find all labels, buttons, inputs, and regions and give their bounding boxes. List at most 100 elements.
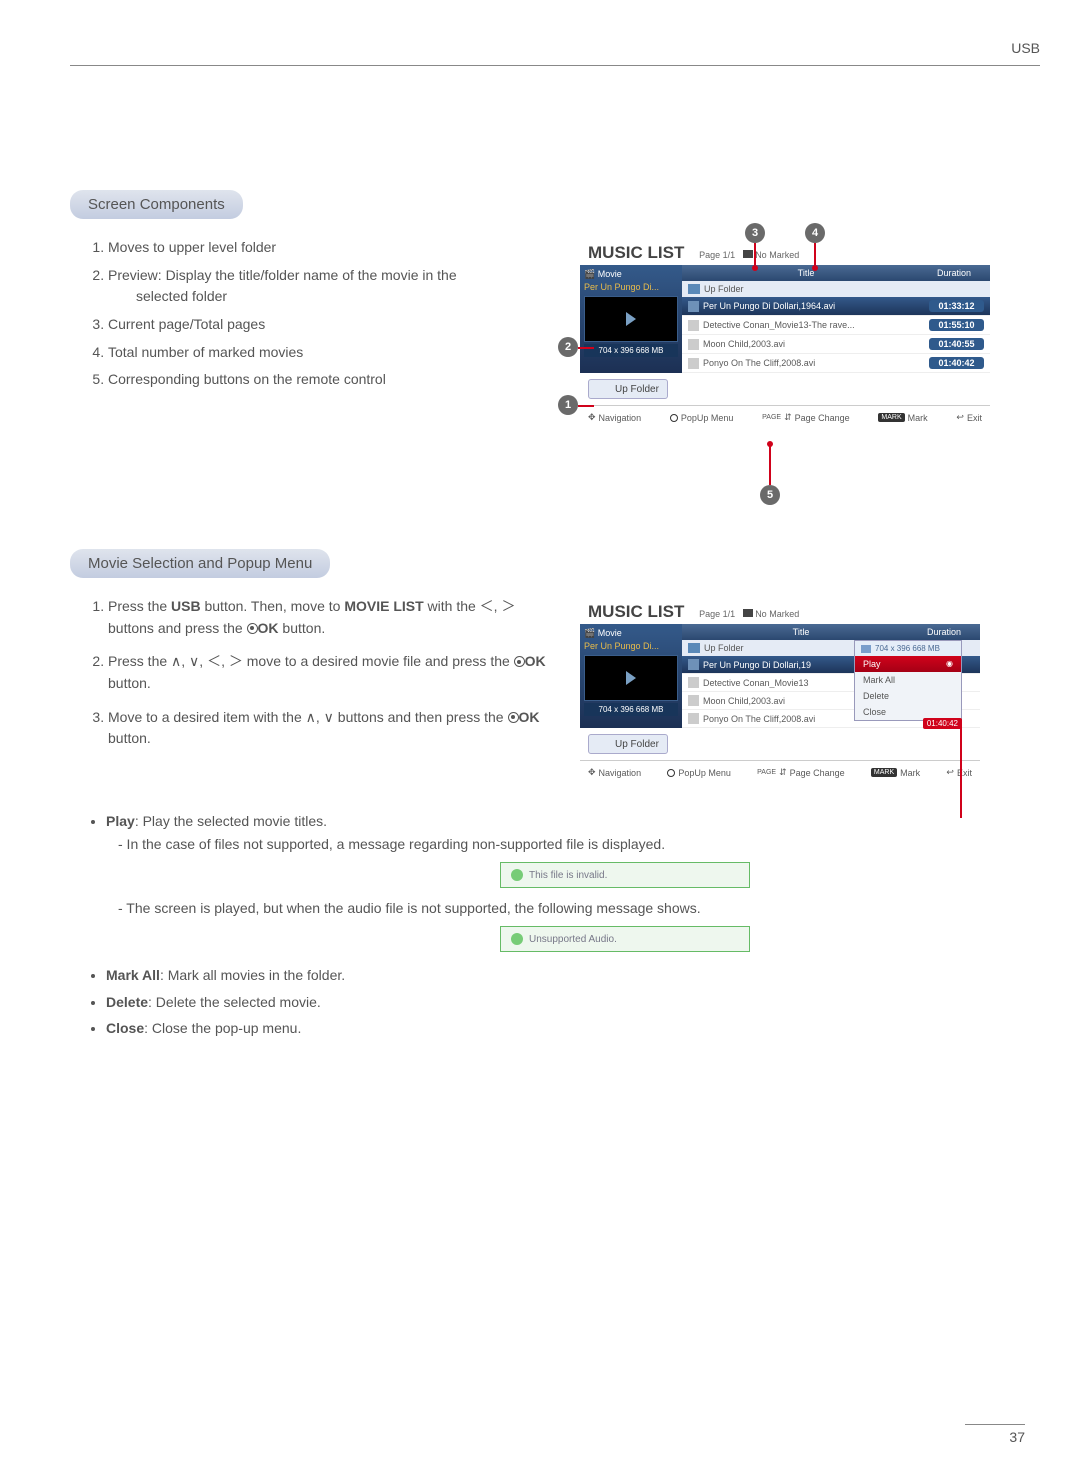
mark-icon [743,609,753,617]
file-icon [688,339,699,350]
col-title: Title [688,268,924,278]
callout-line [754,243,756,265]
preview-panel: 🎬 Movie Per Un Pungo Di... 704 x 396 668… [580,624,682,728]
ok-icon [514,656,525,667]
file-row[interactable]: Detective Conan_Movie13-The rave... 01:5… [682,316,990,335]
page: USB Screen Components Moves to upper lev… [0,0,1080,1475]
file-duration: 01:55:10 [929,319,984,331]
page-text: Page 1/1 [699,250,735,260]
screenshot-popup: MUSIC LIST Page 1/1 No Marked 🎬 Movie Pe… [580,596,980,784]
popup-hint: PopUp Menu [670,413,734,423]
marked-text: No Marked [755,609,799,619]
footer-bar: ✥ Navigation PopUp Menu PAGE⇵ Page Chang… [580,405,990,429]
popup-desc-list-2: Mark All: Mark all movies in the folder.… [70,964,1010,1039]
info-icon [511,869,523,881]
list-item: Total number of marked movies [108,342,560,364]
sub-note: - In the case of files not supported, a … [70,836,1010,852]
preview-panel: 🎬 Movie Per Un Pungo Di... 704 x 396 668… [580,265,682,373]
mark-hint: MARK Mark [871,768,920,778]
file-row[interactable]: Ponyo On The Cliff,2008.avi 01:40:42 [682,354,990,373]
section-title: Screen Components [70,190,243,219]
file-row[interactable]: Per Un Pungo Di Dollari,1964.avi 01:33:1… [682,297,990,316]
col-duration: Duration [914,627,974,637]
preview-label: 🎬 Movie [584,628,678,639]
callout-dot [767,441,773,447]
screenshot-music-list: MUSIC LIST Page 1/1 No Marked 🎬 Movie Pe… [580,237,990,429]
file-row[interactable]: Moon Child,2003.avi 01:40:55 [682,335,990,354]
mark-hint: MARK Mark [878,413,927,423]
top-divider [70,65,1040,66]
col-title: Title [688,627,914,637]
pagechange-hint: PAGE⇵ Page Change [757,767,845,778]
popup-item-markall[interactable]: Mark All [855,672,961,688]
preview-label: 🎬 Movie [584,269,678,280]
file-icon [688,358,699,369]
screen-components-list: Moves to upper level folder Preview: Dis… [70,237,560,391]
callout-line [578,405,594,407]
up-folder-btn-label: Up Folder [615,739,659,750]
list-item: Close: Close the pop-up menu. [106,1017,1010,1039]
ok-icon [247,623,258,634]
up-folder-btn-label: Up Folder [615,384,659,395]
preview-filename: Per Un Pungo Di... [584,282,678,292]
marked-text: No Marked [755,250,799,260]
list-item: Press the USB button. Then, move to MOVI… [108,596,560,639]
file-name: Detective Conan_Movie13-The rave... [703,320,929,330]
callout-dot [812,265,818,271]
file-name: Per Un Pungo Di Dollari,1964.avi [703,301,929,311]
screenshot-title: MUSIC LIST [580,237,692,265]
columns-header: Title Duration [682,624,980,640]
file-list-panel: Title Duration Up Folder Per Un Pungo Di… [682,265,990,373]
screenshot-title: MUSIC LIST [580,596,692,624]
file-duration: 01:33:12 [929,300,984,312]
page-number: 37 [965,1424,1025,1445]
section-movie-selection: Movie Selection and Popup Menu Press the… [70,549,1010,1040]
message-text: Unsupported Audio. [529,934,617,945]
file-icon [688,677,699,688]
preview-thumbnail [584,296,678,342]
folder-icon [688,284,700,294]
preview-dims: 704 x 396 668 MB [584,344,678,357]
folder-up-icon [597,738,611,750]
footer-bar: ✥ Navigation PopUp Menu PAGE⇵ Page Chang… [580,760,980,784]
list-item: Play: Play the selected movie titles. [106,810,1010,832]
message-box-unsupported-audio: Unsupported Audio. [500,926,750,952]
callout-line [814,243,816,265]
columns-header: Title Duration [682,265,990,281]
nav-hint: ✥ Navigation [588,767,641,778]
message-box-invalid: This file is invalid. [500,862,750,888]
up-folder-button[interactable]: Up Folder [588,379,668,399]
page-indicator: Page 1/1 No Marked [699,609,799,619]
callout-3: 3 [745,223,765,243]
callout-1: 1 [558,395,578,415]
popup-duration-overlay: 01:40:42 [923,718,962,729]
info-icon [511,933,523,945]
header-label: USB [1011,40,1040,56]
preview-filename: Per Un Pungo Di... [584,641,678,651]
file-icon [688,320,699,331]
file-name: Ponyo On The Cliff,2008.avi [703,358,929,368]
steps-list: Press the USB button. Then, move to MOVI… [70,596,560,750]
ok-icon [508,712,519,723]
page-text: Page 1/1 [699,609,735,619]
section-title: Movie Selection and Popup Menu [70,549,330,578]
up-folder-row[interactable]: Up Folder [682,281,990,297]
up-folder-label: Up Folder [704,284,744,294]
sub-note: - The screen is played, but when the aud… [70,900,1010,916]
folder-up-icon [597,383,611,395]
file-name: Moon Child,2003.avi [703,339,929,349]
popup-item-delete[interactable]: Delete [855,688,961,704]
preview-dims: 704 x 396 668 MB [584,703,678,716]
file-icon [688,695,699,706]
file-duration: 01:40:55 [929,338,984,350]
pagechange-hint: PAGE⇵ Page Change [762,412,850,423]
popup-menu: 704 x 396 668 MB Play Mark All Delete Cl… [854,640,962,721]
page-indicator: Page 1/1 No Marked [699,250,799,260]
popup-item-play[interactable]: Play [855,656,961,672]
up-folder-button[interactable]: Up Folder [588,734,668,754]
callout-dot [752,265,758,271]
folder-icon [688,643,700,653]
callout-5: 5 [760,485,780,505]
col-duration: Duration [924,268,984,278]
file-duration: 01:40:42 [929,357,984,369]
